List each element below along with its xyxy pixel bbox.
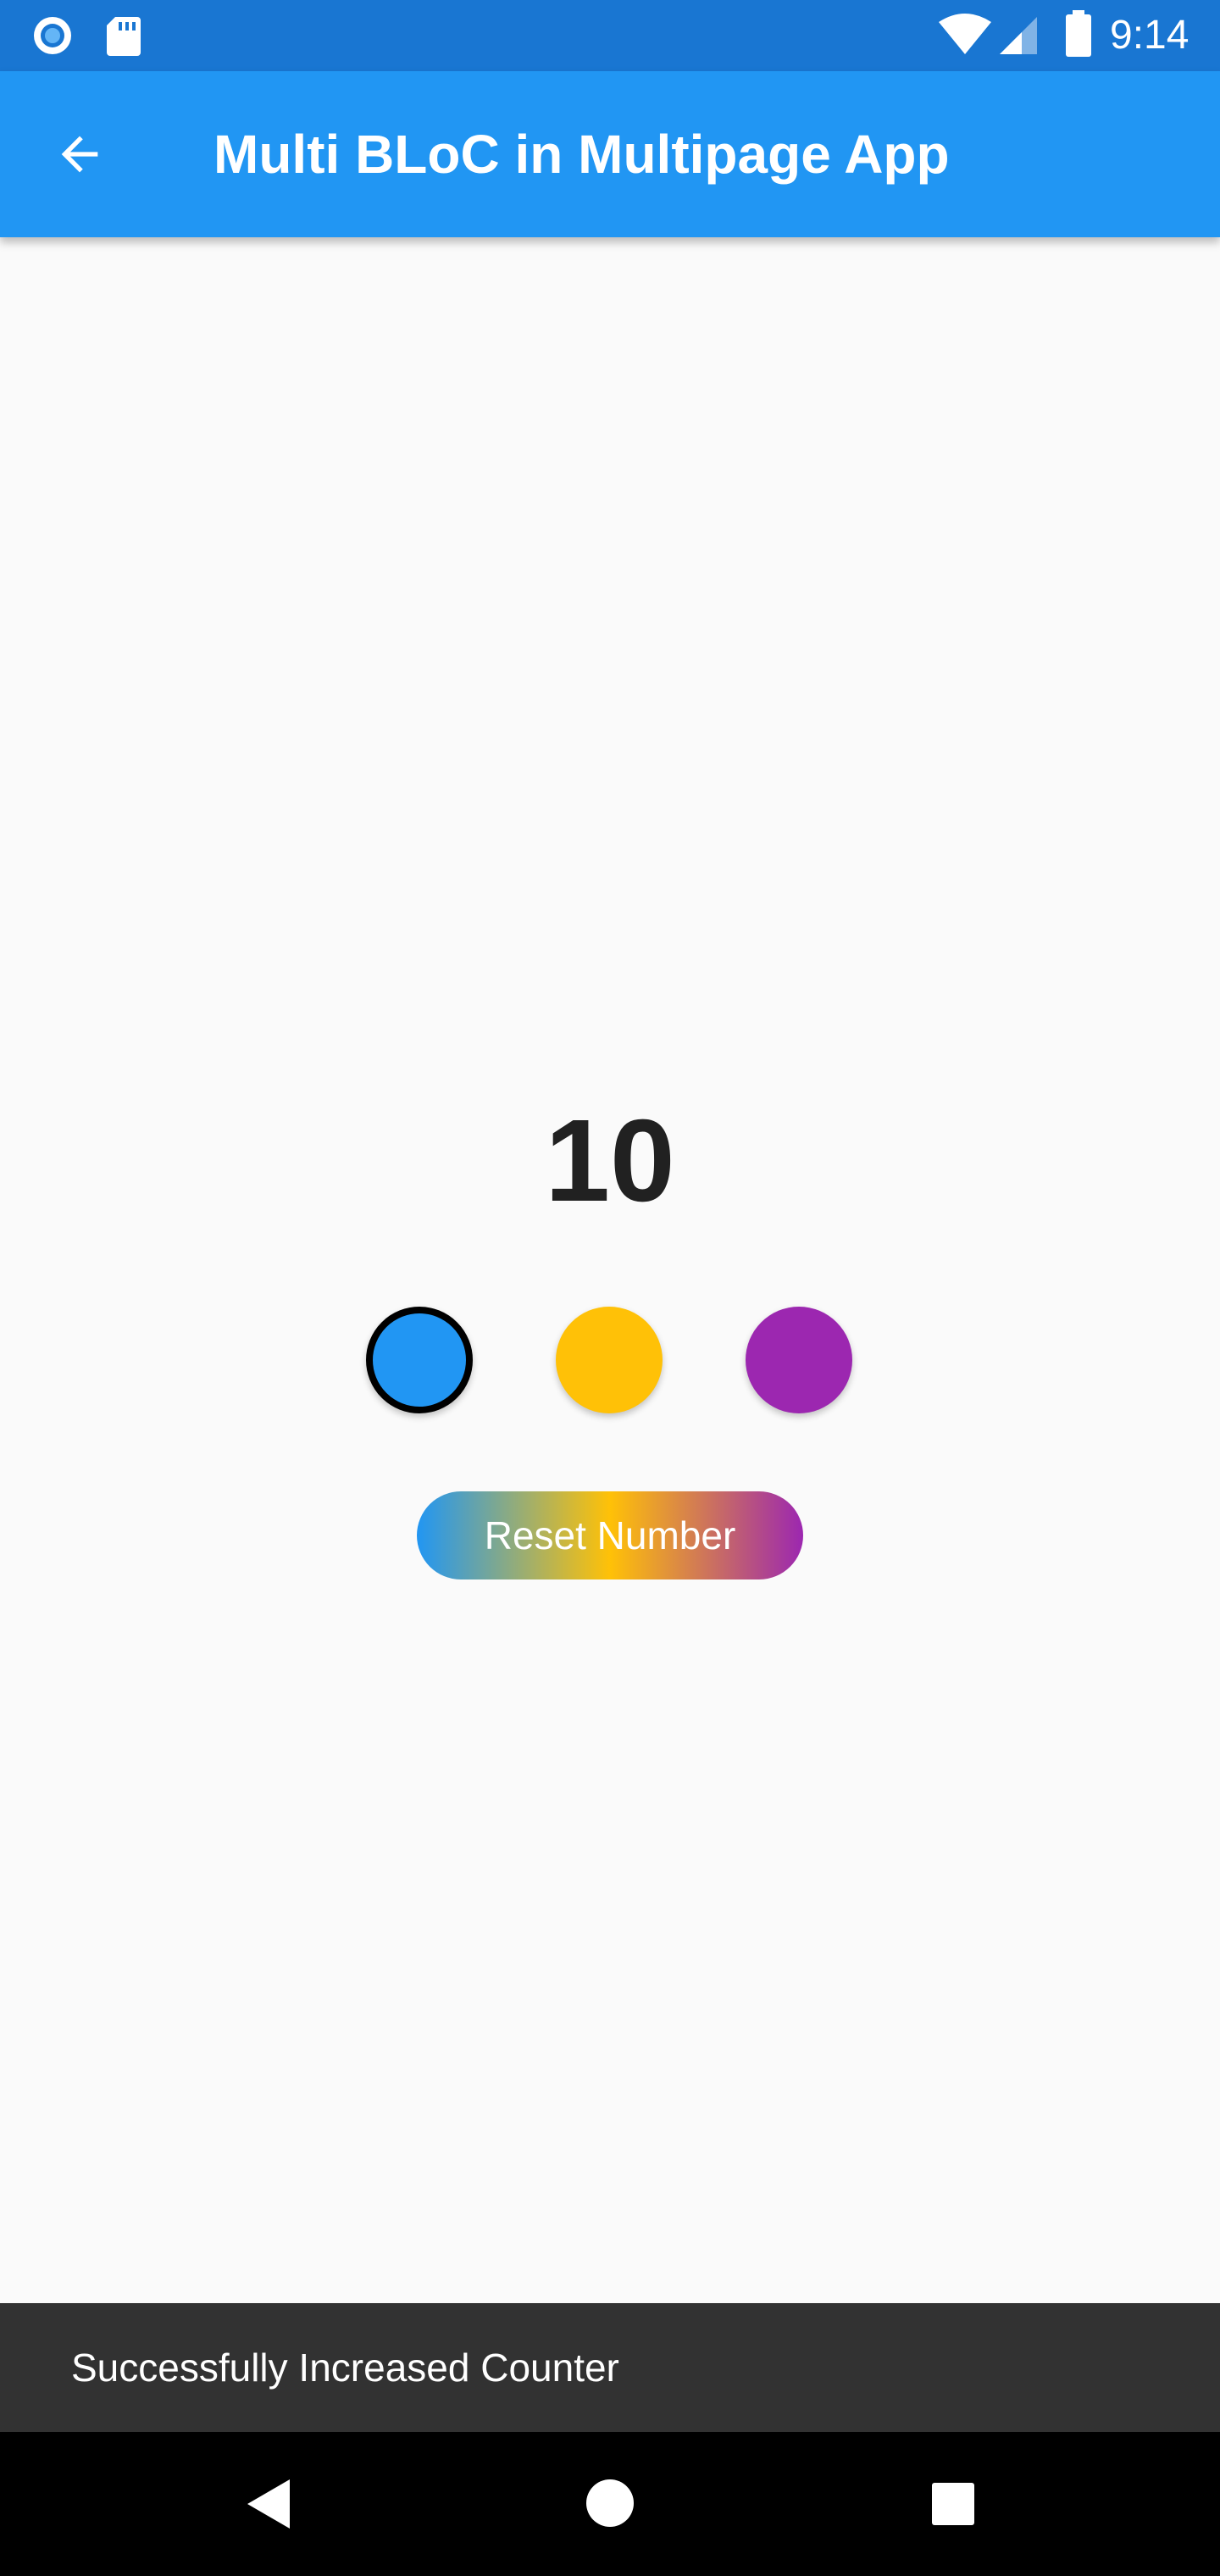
status-bar: 9:14: [0, 0, 1220, 71]
page-title: Multi BLoC in Multipage App: [214, 124, 950, 185]
color-option-purple[interactable]: [746, 1307, 852, 1413]
counter-value: 10: [545, 1096, 675, 1226]
sd-card-icon: [107, 17, 141, 56]
snackbar: Successfully Increased Counter: [0, 2303, 1220, 2432]
reset-number-button[interactable]: Reset Number: [417, 1491, 803, 1579]
battery-icon: [1066, 10, 1091, 57]
cell-signal-icon: [1000, 17, 1037, 54]
arrow-back-icon: [61, 136, 98, 173]
back-button[interactable]: [39, 114, 120, 195]
snackbar-message: Successfully Increased Counter: [71, 2346, 619, 2390]
color-option-blue[interactable]: [366, 1307, 473, 1413]
wifi-icon: [939, 14, 991, 54]
status-time: 9:14: [1110, 13, 1190, 58]
color-option-amber[interactable]: [556, 1307, 663, 1413]
nav-recents-icon[interactable]: [930, 2481, 976, 2527]
navigation-bar: [0, 2432, 1220, 2576]
nav-back-icon[interactable]: [241, 2474, 300, 2534]
sync-circle-icon: [34, 17, 71, 54]
app-bar: Multi BLoC in Multipage App: [0, 71, 1220, 237]
nav-home-icon[interactable]: [585, 2478, 635, 2529]
